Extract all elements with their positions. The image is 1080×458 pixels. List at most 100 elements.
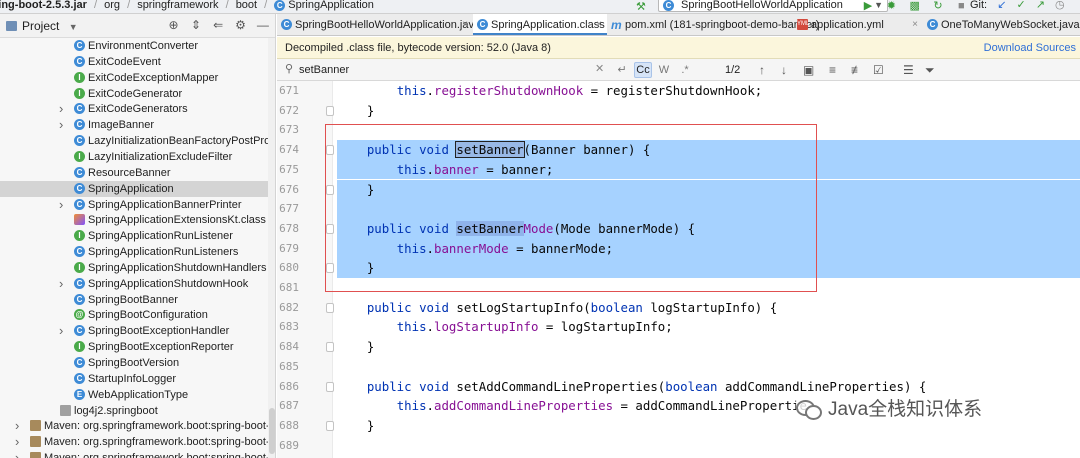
locate-target-icon[interactable]: ⊕ xyxy=(164,18,183,32)
run-configuration-select[interactable]: C SpringBootHelloWorldApplication ▼ xyxy=(658,0,888,12)
collapse-expand-icon[interactable]: ⇕ xyxy=(186,18,205,32)
coverage-icon[interactable]: ▩ xyxy=(905,0,925,13)
select-all-occurrences-icon[interactable]: ▣ xyxy=(803,62,814,78)
fold-marker-icon[interactable] xyxy=(326,223,334,234)
chevron-right-icon[interactable]: › xyxy=(15,418,19,434)
close-icon[interactable]: × xyxy=(912,14,918,35)
chevron-right-icon[interactable]: › xyxy=(59,117,63,133)
tree-item[interactable]: SpringApplicationExtensionsKt.class xyxy=(0,212,268,228)
chevron-right-icon[interactable]: › xyxy=(59,101,63,117)
build-hammer-icon[interactable]: ⚒ xyxy=(636,0,646,13)
search-input[interactable]: setBanner xyxy=(299,62,349,78)
code-line[interactable]: 673 xyxy=(277,120,1080,140)
tree-item[interactable]: › C ImageBanner xyxy=(0,117,268,133)
editor-tab[interactable]: YML application.yml × xyxy=(793,14,923,35)
fold-marker-icon[interactable] xyxy=(326,420,334,431)
editor-tab[interactable]: C SpringApplication.class × xyxy=(473,14,607,35)
fold-marker-icon[interactable] xyxy=(326,105,334,116)
search-icon[interactable]: ⚲ xyxy=(285,62,293,75)
add-occurrence-icon[interactable]: ≡ xyxy=(829,62,836,78)
close-icon[interactable]: × xyxy=(596,14,602,35)
filter-funnel-icon[interactable]: ⏷ xyxy=(925,62,935,78)
tree-item[interactable]: I SpringApplicationShutdownHandlers xyxy=(0,260,268,276)
tree-item[interactable]: C SpringBootVersion xyxy=(0,355,268,371)
stop-icon[interactable]: ■ xyxy=(951,0,971,13)
tree-item[interactable]: › C ExitCodeGenerators xyxy=(0,101,268,117)
code-line[interactable]: 689 xyxy=(277,436,1080,456)
regex-toggle[interactable]: .* xyxy=(676,62,694,78)
clear-search-icon[interactable]: ✕ xyxy=(595,62,604,75)
breadcrumb-org[interactable]: org xyxy=(104,0,120,12)
git-history-icon[interactable]: ◷ xyxy=(1055,0,1065,11)
code-line[interactable]: 671 this.registerShutdownHook = register… xyxy=(277,81,1080,101)
tree-item[interactable]: › Maven: org.springframework.boot:spring-… xyxy=(0,450,275,458)
code-line[interactable]: 679 this.bannerMode = bannerMode; xyxy=(277,238,1080,259)
tree-item[interactable]: C SpringApplicationRunListeners xyxy=(0,244,268,260)
select-all-icon[interactable]: ☑ xyxy=(873,62,884,78)
chevron-right-icon[interactable]: › xyxy=(15,434,19,450)
code-line[interactable]: 674 public void setBanner(Banner banner)… xyxy=(277,140,1080,160)
tree-item[interactable]: C SpringBootBanner xyxy=(0,292,268,308)
code-line[interactable]: 676 } xyxy=(277,179,1080,200)
project-view-selector[interactable]: Project ▼ xyxy=(6,19,78,34)
code-line[interactable]: 680 } xyxy=(277,258,1080,278)
tree-item[interactable]: C StartupInfoLogger xyxy=(0,371,268,387)
fold-marker-icon[interactable] xyxy=(326,263,334,274)
hide-minus-icon[interactable]: — xyxy=(253,18,272,32)
tree-item[interactable]: C EnvironmentConverter xyxy=(0,38,268,54)
tree-item[interactable]: › C SpringBootExceptionHandler xyxy=(0,323,268,339)
tree-item[interactable]: I ExitCodeGenerator xyxy=(0,86,268,102)
close-icon[interactable]: × xyxy=(462,14,468,35)
chevron-right-icon[interactable]: › xyxy=(59,323,63,339)
code-line[interactable]: 677 xyxy=(277,199,1080,219)
tree-item[interactable]: CLazyInitializationBeanFactoryPostProces… xyxy=(0,133,275,149)
close-icon[interactable]: × xyxy=(782,14,788,35)
tree-item[interactable]: C ExitCodeEvent xyxy=(0,54,268,70)
profile-icon[interactable]: ↻ xyxy=(928,0,948,13)
new-line-icon[interactable]: ↵ xyxy=(613,62,631,78)
git-push-icon[interactable]: ↗ xyxy=(1036,0,1045,11)
tree-item[interactable]: E WebApplicationType xyxy=(0,387,268,403)
editor-tab[interactable]: C OneToManyWebSocket.java xyxy=(923,14,1080,35)
code-line[interactable]: 685 xyxy=(277,357,1080,377)
download-sources-link[interactable]: Download Sources xyxy=(984,37,1076,59)
editor-tab[interactable]: m pom.xml (181-springboot-demo-banner) × xyxy=(607,14,819,35)
code-line[interactable]: 684 } xyxy=(277,337,1080,357)
tree-item[interactable]: › C SpringApplicationShutdownHook xyxy=(0,276,268,292)
run-icon[interactable]: ▶ xyxy=(858,0,878,13)
previous-occurrence-icon[interactable]: ↑ xyxy=(759,62,765,78)
scrollbar-thumb[interactable] xyxy=(269,408,275,454)
code-line[interactable]: 675 this.banner = banner; xyxy=(277,159,1080,180)
tree-item[interactable]: › Maven: org.springframework.boot:spring-… xyxy=(0,418,275,434)
debug-bug-icon[interactable]: ✹ xyxy=(881,0,901,13)
code-line[interactable]: 686 public void setAddCommandLinePropert… xyxy=(277,377,1080,397)
open-in-window-icon[interactable]: ☰ xyxy=(903,62,914,78)
code-line[interactable]: 683 this.logStartupInfo = logStartupInfo… xyxy=(277,317,1080,337)
fold-marker-icon[interactable] xyxy=(326,302,334,313)
breadcrumb-current[interactable]: SpringApplication xyxy=(288,0,374,12)
tree-item[interactable]: I SpringBootExceptionReporter xyxy=(0,339,268,355)
git-commit-check-icon[interactable]: ✓ xyxy=(1016,0,1025,11)
fold-marker-icon[interactable] xyxy=(326,145,334,156)
code-line[interactable]: 672 } xyxy=(277,101,1080,121)
chevron-right-icon[interactable]: › xyxy=(59,276,63,292)
project-scrollbar[interactable] xyxy=(268,38,275,458)
tree-item[interactable]: I SpringApplicationRunListener xyxy=(0,228,268,244)
whole-words-toggle[interactable]: W xyxy=(655,62,673,78)
breadcrumb-springframework[interactable]: springframework xyxy=(137,0,218,12)
breadcrumb-boot[interactable]: boot xyxy=(236,0,257,12)
fold-marker-icon[interactable] xyxy=(326,184,334,195)
next-occurrence-icon[interactable]: ↓ xyxy=(781,62,787,78)
gear-icon[interactable]: ⚙ xyxy=(231,18,250,32)
code-line[interactable]: 678 public void setBannerMode(Mode banne… xyxy=(277,218,1080,239)
fold-marker-icon[interactable] xyxy=(326,342,334,353)
git-update-icon[interactable]: ↙ xyxy=(997,0,1006,11)
tree-item[interactable]: › C SpringApplicationBannerPrinter xyxy=(0,197,268,213)
chevron-right-icon[interactable]: › xyxy=(15,450,19,458)
tree-item[interactable]: I LazyInitializationExcludeFilter xyxy=(0,149,268,165)
tree-item[interactable]: @ SpringBootConfiguration xyxy=(0,307,268,323)
collapse-all-icon[interactable]: ⇐ xyxy=(209,18,228,32)
fold-marker-icon[interactable] xyxy=(326,381,334,392)
chevron-right-icon[interactable]: › xyxy=(59,197,63,213)
breadcrumb-jar[interactable]: ring-boot-2.5.3.jar xyxy=(0,0,87,12)
